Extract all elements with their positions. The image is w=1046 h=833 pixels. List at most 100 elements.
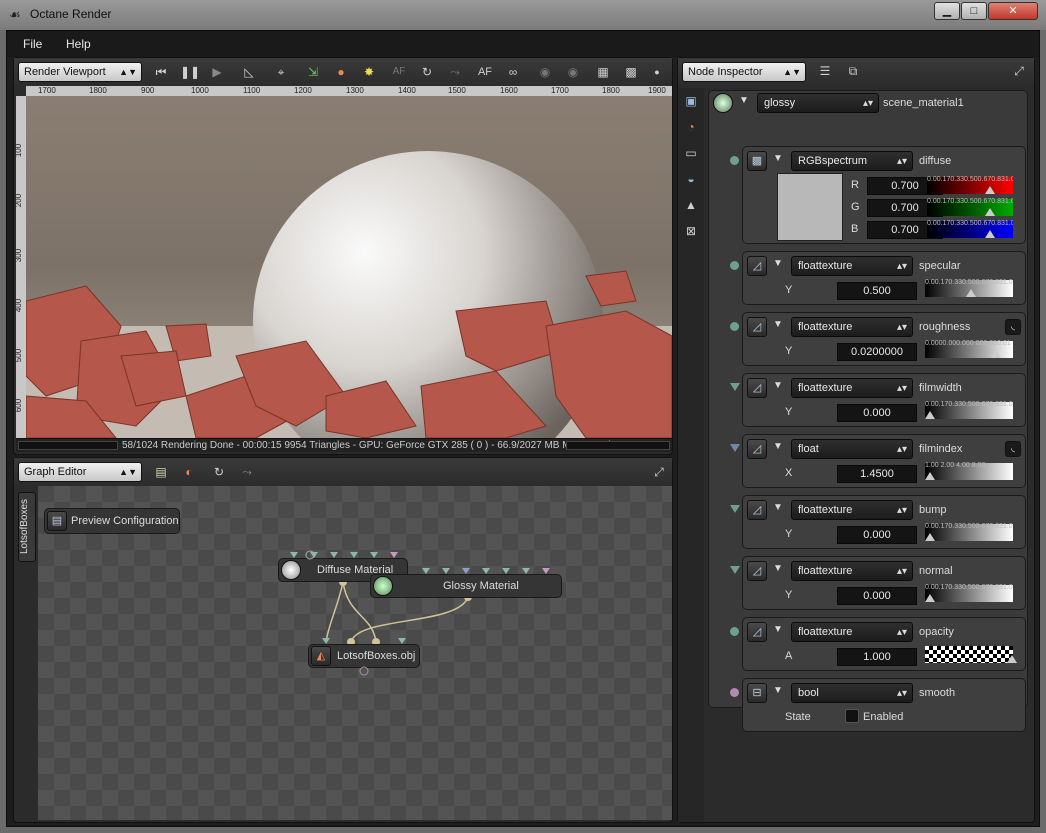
reload-icon[interactable]: ↻ [210, 463, 228, 481]
grid-icon[interactable]: ▦ [594, 63, 612, 81]
maximize-icon[interactable]: ⤢ [650, 463, 668, 481]
minimize-button[interactable]: ▁ [934, 2, 960, 20]
diffuse-type-select[interactable]: RGBspectrum ▴▾ [791, 151, 913, 171]
opacity-slider-thumb[interactable] [1007, 655, 1017, 663]
environment-icon[interactable]: ◒ [682, 170, 700, 188]
roughness-slider-thumb[interactable] [991, 350, 1001, 358]
add-node-icon[interactable]: ▤ [152, 463, 170, 481]
filmindex-pin[interactable] [730, 444, 740, 452]
pick-node-icon[interactable]: ⤳ [238, 463, 256, 481]
collapse-triangle-icon[interactable]: ▼ [773, 624, 783, 635]
collapse-triangle-icon[interactable]: ▼ [773, 319, 783, 330]
collapse-triangle-icon[interactable]: ▼ [773, 441, 783, 452]
opacity-value-field[interactable]: 1.000 [837, 648, 917, 666]
filmindex-slider[interactable]: 1.00 2.00 4.00 8.00 [925, 462, 1013, 480]
image-icon[interactable]: ▣ [682, 92, 700, 110]
bump-slider[interactable]: 0.00.170.330.500.670.831.00 [925, 523, 1013, 541]
graph-side-tab[interactable]: LotsofBoxes [18, 492, 36, 562]
normal-slider[interactable]: 0.00.170.330.500.670.831.00 [925, 584, 1013, 602]
expand-icon[interactable]: ⧉ [844, 62, 862, 80]
filmwidth-pin[interactable] [730, 383, 740, 391]
bump-slider-thumb[interactable] [925, 533, 935, 541]
rewind-icon[interactable]: ⏮ [152, 63, 170, 81]
curve-edit-icon[interactable]: ◟ [1005, 319, 1021, 335]
picture-icon[interactable]: ▲ [682, 196, 700, 214]
film-icon[interactable]: ▭ [682, 144, 700, 162]
normal-slider-thumb[interactable] [925, 594, 935, 602]
normal-pin[interactable] [730, 566, 740, 574]
graph-mode-select[interactable]: Graph Editor ▲▼ [18, 462, 142, 482]
material-node-icon[interactable]: ◐ [180, 463, 198, 481]
bump-value-field[interactable]: 0.000 [837, 526, 917, 544]
normal-type-select[interactable]: floattexture ▴▾ [791, 561, 913, 581]
region-icon[interactable]: ◺ [240, 63, 258, 81]
menu-help[interactable]: Help [66, 37, 91, 51]
filmwidth-type-select[interactable]: floattexture ▴▾ [791, 378, 913, 398]
kernel-icon[interactable]: ⊠ [682, 222, 700, 240]
opacity-pin[interactable] [730, 627, 739, 636]
maximize-button[interactable]: □ [961, 2, 987, 20]
normal-value-field[interactable]: 0.000 [837, 587, 917, 605]
root-type-select[interactable]: glossy ▴▾ [757, 93, 879, 113]
collapse-triangle-icon[interactable]: ▼ [773, 685, 783, 696]
filmwidth-slider[interactable]: 0.00.170.330.500.670.831.00 [925, 401, 1013, 419]
light-pick-icon[interactable]: ✸ [360, 63, 378, 81]
node-preview-config[interactable]: ▤ Preview Configuration [44, 508, 180, 534]
collapse-triangle-icon[interactable]: ▼ [739, 95, 749, 106]
collapse-icon[interactable]: ☰ [816, 62, 834, 80]
roughness-slider[interactable]: 0.0000.000.000.000.010.01 [925, 340, 1013, 358]
play-icon[interactable]: ▶ [208, 63, 226, 81]
pick-dim-icon[interactable]: ⤳ [446, 63, 464, 81]
checker-icon[interactable]: ▩ [622, 63, 640, 81]
filmwidth-slider-thumb[interactable] [925, 411, 935, 419]
bump-pin[interactable] [730, 505, 740, 513]
specular-pin[interactable] [730, 261, 739, 270]
filmwidth-value-field[interactable]: 0.000 [837, 404, 917, 422]
material-pick-icon[interactable]: ⇲ [304, 63, 322, 81]
smooth-type-select[interactable]: bool ▴▾ [791, 683, 913, 703]
specular-slider[interactable]: 0.00.170.330.500.670.831.00 [925, 279, 1013, 297]
channel-b-thumb[interactable] [985, 230, 995, 238]
sphere-dim-icon[interactable]: ◉ [536, 63, 554, 81]
color-swatch[interactable] [777, 173, 843, 241]
collapse-triangle-icon[interactable]: ▼ [773, 563, 783, 574]
node-glossy-material[interactable]: Glossy Material [370, 574, 562, 598]
color-pick-icon[interactable]: ● [332, 63, 350, 81]
pause-icon[interactable]: ❚❚ [180, 63, 200, 81]
status-scroll[interactable] [566, 441, 670, 450]
inspector-mode-select[interactable]: Node Inspector ▲▼ [682, 62, 806, 82]
specular-value-field[interactable]: 0.500 [837, 282, 917, 300]
collapse-triangle-icon[interactable]: ▼ [773, 153, 783, 164]
collapse-triangle-icon[interactable]: ▼ [773, 502, 783, 513]
autofocus-button[interactable]: AF [476, 63, 494, 81]
camera-icon[interactable]: ◔ [682, 118, 700, 136]
refresh-icon[interactable]: ↻ [418, 63, 436, 81]
close-button[interactable]: ✕ [988, 2, 1038, 20]
specular-slider-thumb[interactable] [966, 289, 976, 297]
record-icon[interactable]: ● [648, 63, 666, 81]
render-image[interactable] [26, 96, 672, 438]
channel-r-thumb[interactable] [985, 186, 995, 194]
roughness-type-select[interactable]: floattexture ▴▾ [791, 317, 913, 337]
graph-canvas[interactable]: ▤ Preview Configuration Diffuse Material… [38, 486, 672, 820]
channel-g-slider[interactable]: 0.00.170.330.500.670.831.00 [927, 198, 1013, 216]
smooth-checkbox[interactable] [845, 709, 859, 723]
viewport-mode-select[interactable]: Render Viewport ▲▼ [18, 62, 142, 82]
channel-b-slider[interactable]: 0.00.170.330.500.670.831.00 [927, 220, 1013, 238]
smooth-pin[interactable] [730, 688, 739, 697]
filmindex-slider-thumb[interactable] [925, 472, 935, 480]
sphere-dim-2-icon[interactable]: ◉ [564, 63, 582, 81]
curve-edit-icon[interactable]: ◟ [1005, 441, 1021, 457]
collapse-triangle-icon[interactable]: ▼ [773, 380, 783, 391]
focus-pick-icon[interactable]: ⌖ [272, 63, 290, 81]
channel-r-slider[interactable]: 0.00.170.330.500.670.831.00 [927, 176, 1013, 194]
diffuse-pin[interactable] [730, 156, 739, 165]
node-mesh[interactable]: ◭ LotsofBoxes.obj [308, 644, 420, 668]
roughness-value-field[interactable]: 0.0200000 [837, 343, 917, 361]
filmindex-type-select[interactable]: float ▴▾ [791, 439, 913, 459]
roughness-pin[interactable] [730, 322, 739, 331]
autofocus-dim-icon[interactable]: AF [390, 63, 408, 81]
bump-type-select[interactable]: floattexture ▴▾ [791, 500, 913, 520]
stereo-icon[interactable]: ∞ [504, 63, 522, 81]
specular-type-select[interactable]: floattexture ▴▾ [791, 256, 913, 276]
